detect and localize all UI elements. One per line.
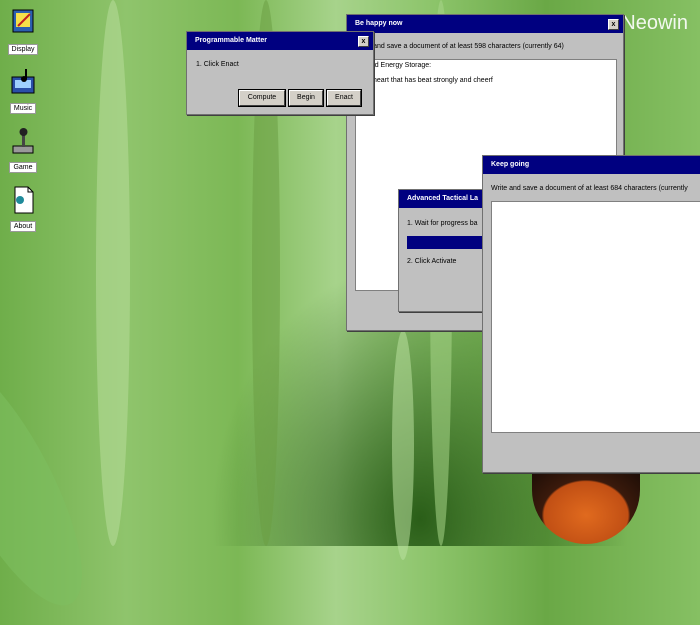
watermark: Neowin	[621, 12, 688, 34]
enact-button[interactable]: Enact	[326, 89, 362, 107]
task-instruction: Write and save a document of at least 68…	[491, 185, 688, 192]
display-icon	[10, 8, 36, 38]
desktop-icon-music[interactable]: Music	[6, 67, 40, 115]
programmable-matter-window: Programmable Matter x 1. Click Enact Com…	[186, 31, 374, 115]
window-titlebar[interactable]: Be happy now x	[347, 15, 623, 33]
grass-blade	[96, 0, 130, 546]
grass-blade	[392, 330, 414, 560]
joystick-icon	[10, 126, 36, 156]
desktop-icon-label: Music	[9, 103, 37, 114]
window-title: Keep going	[491, 161, 530, 168]
task-instruction: Write and save a document of at least 59…	[355, 43, 564, 50]
window-title: Be happy now	[355, 20, 403, 27]
keep-going-window: Keep going Write and save a document of …	[482, 155, 700, 473]
window-title: Advanced Tactical La	[407, 195, 479, 202]
window-titlebar[interactable]: Advanced Tactical La	[399, 190, 491, 208]
task-step: 2. Click Activate	[407, 258, 457, 265]
close-icon[interactable]: x	[358, 36, 369, 47]
window-titlebar[interactable]: Keep going	[483, 156, 700, 174]
progress-bar	[407, 236, 483, 249]
window-titlebar[interactable]: Programmable Matter x	[187, 32, 373, 50]
desktop-icon-label: Display	[7, 44, 39, 55]
document-icon	[10, 185, 36, 215]
window-title: Programmable Matter	[195, 37, 267, 44]
ladybug	[532, 472, 640, 544]
desktop-icon-label: Game	[9, 162, 37, 173]
desktop-icon-label: About	[9, 221, 37, 232]
close-icon[interactable]: x	[608, 19, 619, 30]
begin-button[interactable]: Begin	[288, 89, 324, 107]
desktop-icon-about[interactable]: About	[6, 185, 40, 233]
document-editor[interactable]	[491, 201, 700, 433]
task-step: 1. Wait for progress ba	[407, 220, 478, 227]
grass-blade	[0, 335, 111, 625]
document-line: The heart that has beat strongly and che…	[359, 77, 493, 84]
task-step: 1. Click Enact	[196, 61, 239, 68]
compute-button[interactable]: Compute	[238, 89, 286, 107]
music-icon	[10, 67, 36, 97]
desktop-icon-display[interactable]: Display	[6, 8, 40, 56]
advanced-tactical-window: Advanced Tactical La 1. Wait for progres…	[398, 189, 492, 312]
desktop-icon-game[interactable]: Game	[6, 126, 40, 174]
